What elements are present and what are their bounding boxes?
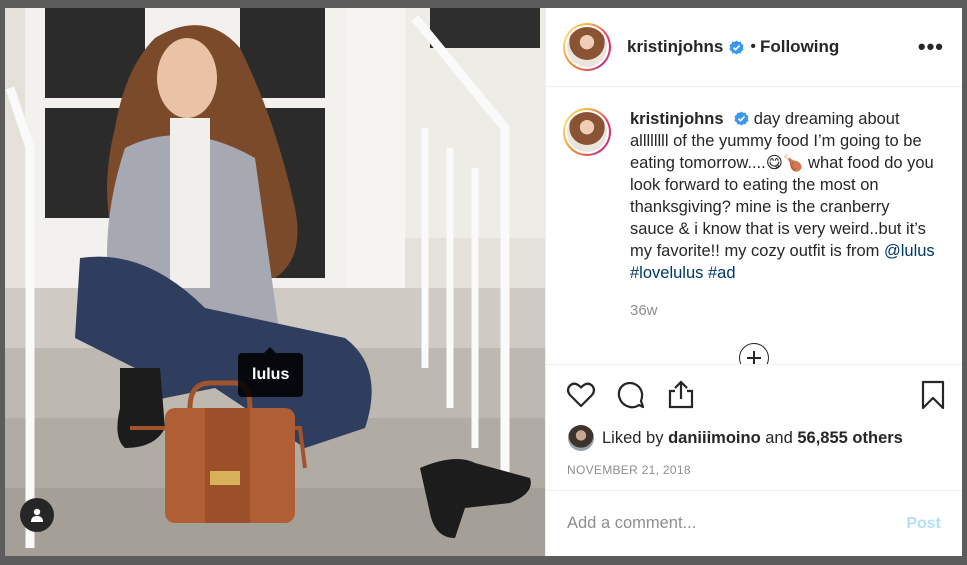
bookmark-icon[interactable] [917,379,949,411]
tagged-users-button[interactable] [20,498,54,532]
instagram-post-modal: lulus kristinjohns • Following ••• krist… [0,0,967,565]
header-separator: • [750,38,756,55]
post-side-panel: kristinjohns • Following ••• kristinjohn… [545,8,962,556]
action-bar [546,365,962,425]
verified-badge-icon [734,111,749,126]
comment-icon[interactable] [615,379,647,411]
caption-comment: kristinjohns day dreaming about alllllll… [563,108,945,284]
caption-mention-link[interactable]: @lulus [884,242,935,260]
comment-input[interactable] [567,514,907,533]
likes-middle: and [765,428,793,447]
verified-badge-icon [729,39,744,55]
liker-avatar[interactable] [568,425,594,451]
post-photo[interactable]: lulus [5,8,545,556]
caption-avatar[interactable] [563,108,611,156]
post-actions-section: Liked by daniiimoino and 56,855 others N… [546,364,962,490]
add-comment-section: Post [546,490,962,556]
header-username[interactable]: kristinjohns [627,37,723,57]
post-comment-button[interactable]: Post [906,515,941,533]
post-image-illustration [5,8,545,556]
likes-count-link[interactable]: 56,855 others [797,429,902,448]
product-tag-label: lulus [252,366,290,383]
caption-hashtag-link[interactable]: #lovelulus [630,264,703,282]
post-date[interactable]: NOVEMBER 21, 2018 [567,463,691,477]
following-button[interactable]: Following [760,37,839,57]
caption-body: day dreaming about allllllll of the yumm… [630,110,934,260]
post-header: kristinjohns • Following ••• [546,8,962,87]
caption-text: kristinjohns day dreaming about alllllll… [630,108,935,284]
header-avatar[interactable] [563,23,611,71]
likes-summary: Liked by daniiimoino and 56,855 others [568,425,903,451]
share-icon[interactable] [665,379,697,411]
person-icon [31,508,43,522]
caption-username[interactable]: kristinjohns [630,110,724,128]
likes-prefix: Liked by [602,428,664,447]
liker-username[interactable]: daniiimoino [668,429,761,448]
more-options-icon[interactable]: ••• [918,34,944,60]
comments-area: kristinjohns day dreaming about alllllll… [546,88,962,364]
caption-hashtag-link[interactable]: #ad [708,264,736,282]
caption-timestamp[interactable]: 36w [630,302,945,319]
product-tag[interactable]: lulus [238,347,304,397]
heart-icon[interactable] [565,379,597,411]
plus-circle-icon[interactable] [739,343,769,364]
